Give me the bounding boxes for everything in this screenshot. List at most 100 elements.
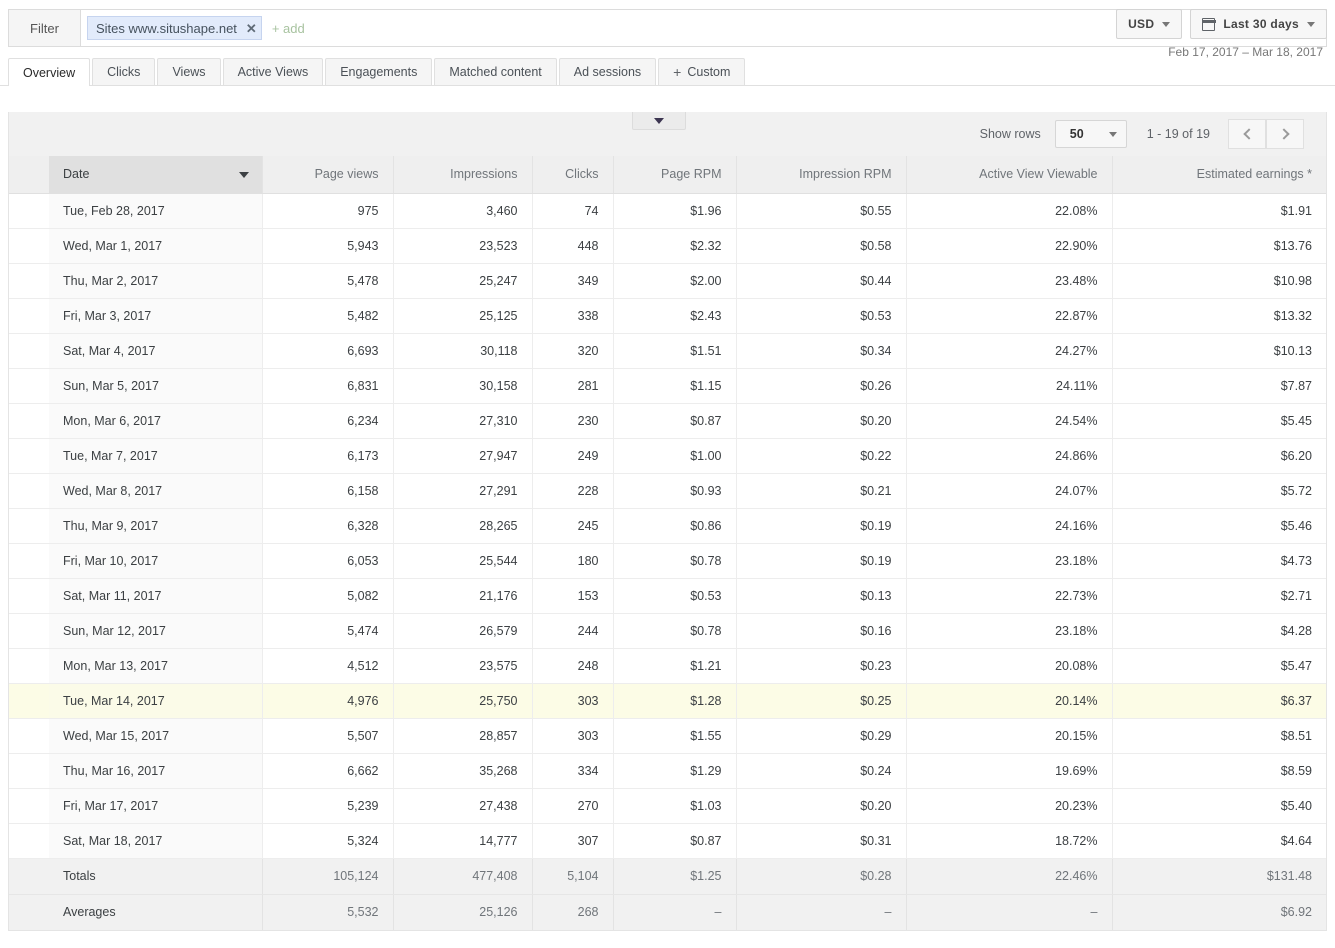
cell-metric: $2.00 (613, 263, 737, 299)
prev-page-button[interactable] (1228, 119, 1266, 149)
cell-metric: 270 (532, 788, 614, 824)
table-row[interactable]: Tue, Mar 7, 2017 6,173 27,947 249 $1.00 $0.22… (9, 438, 1326, 474)
currency-selector[interactable]: USD (1116, 9, 1183, 39)
cell-metric: $1.15 (613, 368, 737, 404)
table-row[interactable]: Fri, Mar 10, 2017 6,053 25,544 180 $0.78 $0.1… (9, 543, 1326, 579)
cell-metric: $2.32 (613, 228, 737, 264)
filter-chip-sites[interactable]: Sites www.situshape.net ✕ (87, 16, 262, 40)
cell-estimated-earnings: $5.47 (1112, 648, 1326, 684)
close-icon[interactable]: ✕ (246, 22, 257, 35)
table-row[interactable]: Wed, Mar 1, 2017 5,943 23,523 448 $2.32 $0.58… (9, 228, 1326, 264)
date-range-selector[interactable]: Last 30 days (1190, 9, 1327, 39)
report-tabs: Overview Clicks Views Active Views Engag… (0, 58, 1335, 86)
cell-metric: 448 (532, 228, 614, 264)
summary-metric: 5,532 (262, 894, 394, 930)
row-gutter-cell (9, 508, 49, 544)
cell-date: Tue, Mar 14, 2017 (49, 683, 263, 719)
cell-metric: $0.87 (613, 403, 737, 439)
cell-metric: 245 (532, 508, 614, 544)
table-row[interactable]: Fri, Mar 3, 2017 5,482 25,125 338 $2.43 $0.53… (9, 298, 1326, 334)
summary-metric: – (736, 894, 907, 930)
cell-metric: 27,310 (393, 403, 533, 439)
tab-active-views[interactable]: Active Views (222, 58, 324, 85)
cell-metric: 228 (532, 473, 614, 509)
report-table: Date Page views Impressions Clicks Page … (9, 156, 1326, 930)
cell-metric: 303 (532, 683, 614, 719)
summary-metric: $1.25 (613, 858, 737, 895)
table-row[interactable]: Sun, Mar 5, 2017 6,831 30,158 281 $1.15 $0.26… (9, 368, 1326, 404)
row-gutter-cell (9, 648, 49, 684)
table-row[interactable]: Tue, Mar 14, 2017 4,976 25,750 303 $1.28 $0.2… (9, 683, 1326, 719)
table-row[interactable]: Thu, Mar 16, 2017 6,662 35,268 334 $1.29 $0.2… (9, 753, 1326, 789)
table-row[interactable]: Sat, Mar 11, 2017 5,082 21,176 153 $0.53 $0.1… (9, 578, 1326, 614)
add-filter-button[interactable]: + add (272, 21, 305, 36)
cell-date: Thu, Mar 16, 2017 (49, 753, 263, 789)
tab-custom[interactable]: + Custom (658, 58, 746, 85)
summary-metric: 268 (532, 894, 614, 930)
cell-metric: 6,234 (262, 403, 394, 439)
table-row[interactable]: Fri, Mar 17, 2017 5,239 27,438 270 $1.03 $0.2… (9, 788, 1326, 824)
table-row[interactable]: Wed, Mar 15, 2017 5,507 28,857 303 $1.55 $0.2… (9, 718, 1326, 754)
cell-metric: 25,125 (393, 298, 533, 334)
tab-label: Ad sessions (573, 65, 642, 79)
table-row[interactable]: Wed, Mar 8, 2017 6,158 27,291 228 $0.93 $0.21… (9, 473, 1326, 509)
table-row[interactable]: Thu, Mar 9, 2017 6,328 28,265 245 $0.86 $0.19… (9, 508, 1326, 544)
chart-collapse-handle[interactable] (632, 112, 686, 130)
tab-views[interactable]: Views (157, 58, 221, 85)
cell-metric: $0.93 (613, 473, 737, 509)
cell-metric: 24.86% (906, 438, 1113, 474)
column-header-page-rpm[interactable]: Page RPM (613, 156, 737, 194)
table-row[interactable]: Mon, Mar 13, 2017 4,512 23,575 248 $1.21 $0.2… (9, 648, 1326, 684)
cell-metric: 320 (532, 333, 614, 369)
row-gutter-cell (9, 228, 49, 264)
show-rows-label: Show rows (979, 127, 1041, 141)
cell-metric: 249 (532, 438, 614, 474)
tab-clicks[interactable]: Clicks (92, 58, 156, 85)
table-row[interactable]: Mon, Mar 6, 2017 6,234 27,310 230 $0.87 $0.20… (9, 403, 1326, 439)
currency-label: USD (1128, 17, 1155, 31)
row-gutter-cell (9, 858, 49, 895)
cell-metric: $1.29 (613, 753, 737, 789)
column-header-impressions[interactable]: Impressions (393, 156, 533, 194)
cell-date: Sat, Mar 4, 2017 (49, 333, 263, 369)
table-body: Tue, Feb 28, 2017 975 3,460 74 $1.96 $0.55 22.… (9, 193, 1326, 859)
table-row[interactable]: Sat, Mar 18, 2017 5,324 14,777 307 $0.87 $0.3… (9, 823, 1326, 859)
tab-ad-sessions[interactable]: Ad sessions (558, 58, 657, 85)
row-gutter-cell (9, 578, 49, 614)
tab-engagements[interactable]: Engagements (325, 58, 433, 85)
table-row[interactable]: Sat, Mar 4, 2017 6,693 30,118 320 $1.51 $0.34… (9, 333, 1326, 369)
cell-metric: $1.96 (613, 193, 737, 229)
column-header-impression-rpm[interactable]: Impression RPM (736, 156, 907, 194)
next-page-button[interactable] (1266, 119, 1304, 149)
summary-metric: – (613, 894, 737, 930)
cell-metric: $1.21 (613, 648, 737, 684)
table-row[interactable]: Sun, Mar 12, 2017 5,474 26,579 244 $0.78 $0.1… (9, 613, 1326, 649)
table-row[interactable]: Tue, Feb 28, 2017 975 3,460 74 $1.96 $0.55 22.… (9, 193, 1326, 229)
tab-overview[interactable]: Overview (8, 58, 91, 86)
row-gutter-cell (9, 894, 49, 930)
cell-estimated-earnings: $6.37 (1112, 683, 1326, 719)
cell-metric: $0.78 (613, 613, 737, 649)
tab-label: Active Views (237, 65, 309, 79)
table-row[interactable]: Thu, Mar 2, 2017 5,478 25,247 349 $2.00 $0.44… (9, 263, 1326, 299)
cell-metric: 5,082 (262, 578, 394, 614)
column-header-estimated-earnings[interactable]: Estimated earnings * (1112, 156, 1326, 194)
rows-per-page-select[interactable]: 50 (1054, 120, 1127, 148)
tab-matched-content[interactable]: Matched content (434, 58, 557, 85)
rows-per-page-value: 50 (1069, 127, 1084, 141)
cell-estimated-earnings: $10.98 (1112, 263, 1326, 299)
column-header-active-view-viewable[interactable]: Active View Viewable (906, 156, 1113, 194)
summary-metric: – (906, 894, 1113, 930)
column-header-page-views[interactable]: Page views (262, 156, 394, 194)
cell-metric: 5,324 (262, 823, 394, 859)
cell-estimated-earnings: $5.72 (1112, 473, 1326, 509)
cell-estimated-earnings: $4.73 (1112, 543, 1326, 579)
row-gutter-cell (9, 368, 49, 404)
column-header-clicks[interactable]: Clicks (532, 156, 614, 194)
cell-date: Tue, Feb 28, 2017 (49, 193, 263, 229)
cell-metric: 349 (532, 263, 614, 299)
cell-metric: $0.29 (736, 718, 907, 754)
cell-date: Sat, Mar 11, 2017 (49, 578, 263, 614)
cell-metric: 23,575 (393, 648, 533, 684)
column-header-date[interactable]: Date (49, 156, 263, 194)
